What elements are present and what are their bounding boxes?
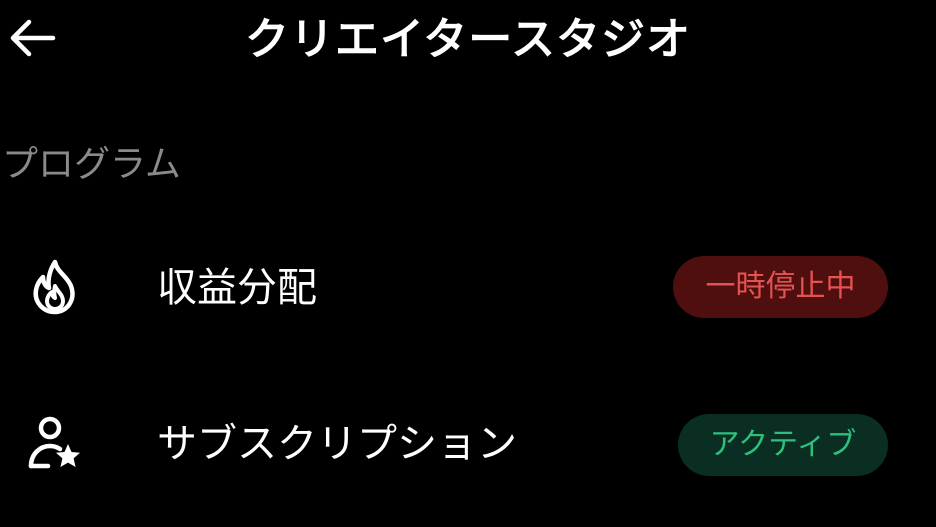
program-row-subscription[interactable]: サブスクリプション アクティブ (0, 388, 936, 498)
row-label: サブスクリプション (157, 421, 517, 467)
app-header: クリエイタースタジオ (0, 0, 936, 80)
program-row-revenue-share[interactable]: 収益分配 一時停止中 (0, 232, 936, 342)
status-badge: 一時停止中 (673, 256, 888, 318)
page-title: クリエイタースタジオ (244, 14, 692, 65)
status-badge: アクティブ (678, 414, 888, 476)
row-label: 収益分配 (157, 265, 317, 311)
flame-icon (26, 258, 84, 316)
section-label: プログラム (2, 144, 181, 185)
user-star-icon (26, 414, 84, 472)
